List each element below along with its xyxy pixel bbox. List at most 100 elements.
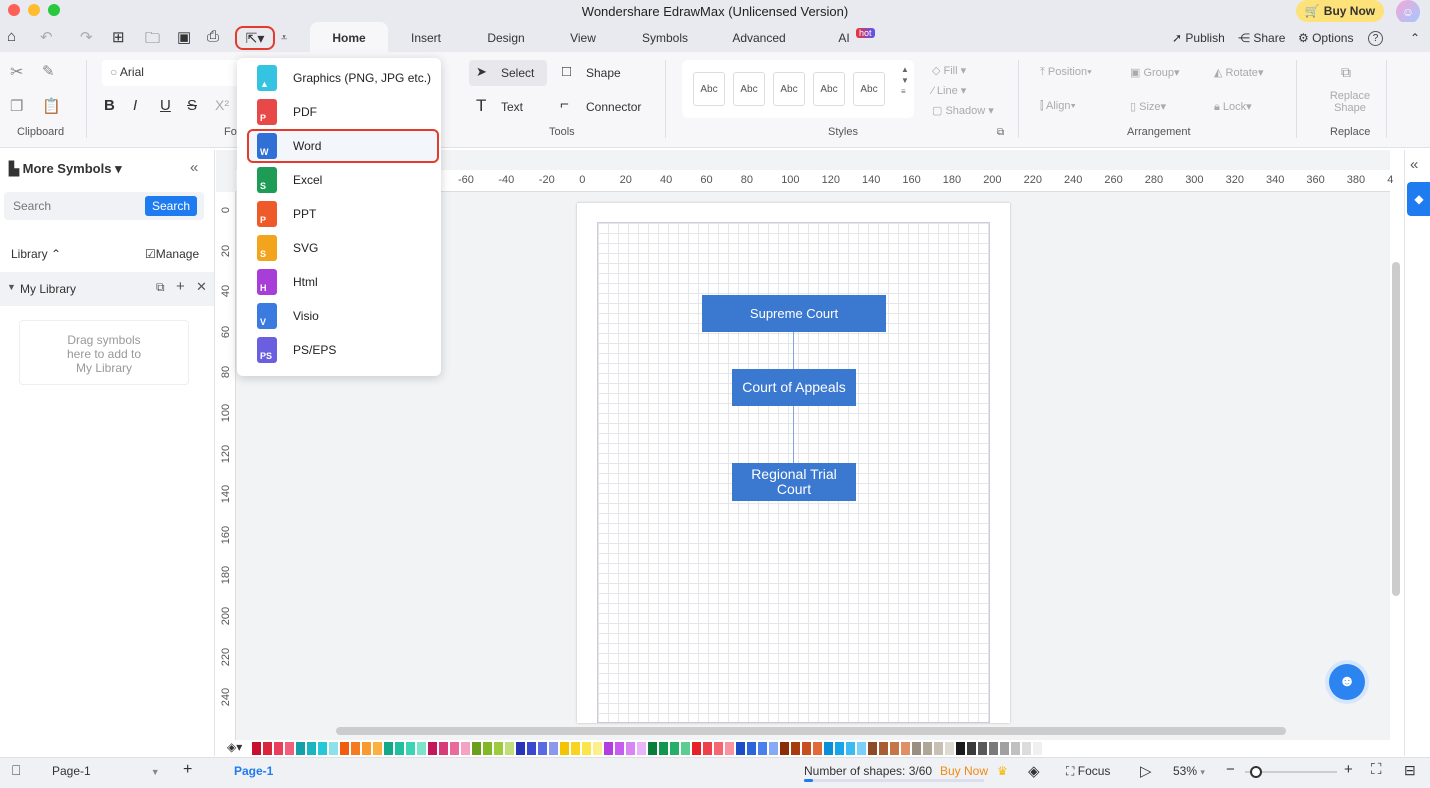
color-swatch[interactable] — [923, 742, 932, 755]
color-swatch[interactable] — [428, 742, 437, 755]
replace-shape-button[interactable]: Replace Shape — [1326, 90, 1374, 114]
export-menu-item[interactable]: P PDF — [237, 95, 441, 129]
format-painter-icon[interactable]: ✎ — [42, 62, 55, 80]
export-menu-item[interactable]: ▲ Graphics (PNG, JPG etc.) — [237, 61, 441, 95]
color-swatch[interactable] — [329, 742, 338, 755]
more-quick-access-icon[interactable]: ⩡ — [281, 32, 287, 45]
zoom-slider[interactable] — [1245, 766, 1337, 778]
publish-button[interactable]: ➚ Publish — [1172, 31, 1225, 45]
page-layout-icon[interactable]: ⎕ — [12, 762, 20, 779]
options-button[interactable]: ⚙ Options — [1298, 31, 1353, 45]
size-button[interactable]: ▯ Size▾ — [1130, 100, 1166, 113]
zoom-out-icon[interactable]: − — [1226, 761, 1235, 778]
rotate-button[interactable]: ◭ Rotate▾ — [1214, 66, 1263, 79]
expand-panel-icon[interactable]: « — [1410, 156, 1418, 173]
help-icon[interactable]: ? — [1368, 31, 1383, 46]
fit-page-icon[interactable]: ⊟ — [1404, 762, 1416, 779]
color-swatch[interactable] — [956, 742, 965, 755]
color-swatch[interactable] — [472, 742, 481, 755]
position-button[interactable]: ⤒ Position▾ — [1040, 66, 1092, 79]
add-page-icon[interactable]: + — [183, 761, 192, 779]
library-drop-zone[interactable]: Drag symbols here to add to My Library — [19, 320, 189, 385]
play-icon[interactable]: ▷ — [1140, 762, 1152, 780]
color-swatch[interactable] — [593, 742, 602, 755]
color-swatch[interactable] — [934, 742, 943, 755]
style-sample[interactable]: Abc — [813, 72, 845, 106]
color-swatch[interactable] — [879, 742, 888, 755]
fill-bucket-icon[interactable]: ◈▾ — [227, 740, 242, 754]
manage-button[interactable]: ☑Manage — [145, 247, 199, 261]
style-sample[interactable]: Abc — [853, 72, 885, 106]
tab-view[interactable]: View — [560, 22, 606, 52]
export-menu-item[interactable]: V Visio — [237, 299, 441, 333]
shape-button[interactable]: Shape — [586, 66, 621, 80]
underline-button[interactable]: U — [160, 97, 171, 114]
connector-button[interactable]: Connector — [586, 100, 641, 114]
strikethrough-button[interactable]: S — [187, 97, 197, 114]
color-swatch[interactable] — [384, 742, 393, 755]
color-swatch[interactable] — [978, 742, 987, 755]
color-swatch[interactable] — [285, 742, 294, 755]
color-swatch[interactable] — [362, 742, 371, 755]
node-court-of-appeals[interactable]: Court of Appeals — [732, 369, 856, 406]
lock-button[interactable]: 🔒︎ Lock▾ — [1214, 100, 1252, 114]
user-avatar-icon[interactable]: ☺ — [1396, 0, 1420, 24]
color-swatch[interactable] — [758, 742, 767, 755]
export-menu-item[interactable]: S Excel — [237, 163, 441, 197]
style-sample[interactable]: Abc — [773, 72, 805, 106]
color-swatch[interactable] — [989, 742, 998, 755]
color-swatch[interactable] — [670, 742, 679, 755]
color-swatch[interactable] — [516, 742, 525, 755]
export-menu-item[interactable]: W Word — [247, 129, 439, 163]
color-swatch[interactable] — [307, 742, 316, 755]
ai-assistant-icon[interactable]: ☻ — [1329, 664, 1365, 700]
buy-now-link[interactable]: Buy Now — [940, 764, 988, 778]
library-toggle[interactable]: Library ⌃ — [11, 247, 61, 261]
format-panel-icon[interactable]: ◆ — [1407, 182, 1430, 216]
font-family-input[interactable]: ○ Arial — [102, 60, 242, 86]
color-swatch[interactable] — [615, 742, 624, 755]
group-button[interactable]: ▣ Group▾ — [1130, 66, 1180, 79]
add-icon[interactable]: + — [176, 278, 185, 295]
color-swatch[interactable] — [659, 742, 668, 755]
color-swatch[interactable] — [505, 742, 514, 755]
color-swatch[interactable] — [736, 742, 745, 755]
connector-icon[interactable]: ⌐ — [560, 96, 569, 113]
export-button[interactable]: ⇱▾ — [235, 26, 275, 50]
connector-line[interactable] — [793, 406, 794, 463]
redo-icon[interactable]: ↷ — [80, 28, 93, 46]
color-swatch[interactable] — [373, 742, 382, 755]
align-button[interactable]: ⫿ Align▾ — [1040, 100, 1076, 113]
color-swatch[interactable] — [604, 742, 613, 755]
text-icon[interactable]: T — [476, 96, 486, 116]
print-icon[interactable]: ⎙ — [207, 28, 219, 45]
zoom-level[interactable]: 53% ▾ — [1173, 764, 1205, 778]
collapse-panel-icon[interactable]: « — [190, 159, 198, 176]
shape-icon[interactable]: □ — [562, 63, 571, 80]
color-swatch[interactable] — [780, 742, 789, 755]
color-swatch[interactable] — [868, 742, 877, 755]
color-swatch[interactable] — [901, 742, 910, 755]
color-swatch[interactable] — [835, 742, 844, 755]
export-menu-item[interactable]: S SVG — [237, 231, 441, 265]
page-tab[interactable]: Page-1 — [234, 764, 273, 778]
italic-button[interactable]: I — [133, 97, 137, 114]
color-swatch[interactable] — [461, 742, 470, 755]
shadow-button[interactable]: ▢ Shadow ▾ — [932, 104, 994, 117]
color-swatch[interactable] — [417, 742, 426, 755]
new-file-icon[interactable]: ⊞ — [112, 28, 125, 46]
color-swatch[interactable] — [637, 742, 646, 755]
open-folder-icon[interactable]: 🗀 — [145, 28, 160, 53]
color-swatch[interactable] — [967, 742, 976, 755]
color-swatch[interactable] — [802, 742, 811, 755]
fill-button[interactable]: ◇ Fill ▾ — [932, 64, 966, 77]
color-swatch[interactable] — [263, 742, 272, 755]
color-swatch[interactable] — [395, 742, 404, 755]
home-icon[interactable]: ⌂ — [7, 28, 16, 45]
color-swatch[interactable] — [912, 742, 921, 755]
close-icon[interactable]: ✕ — [196, 279, 207, 295]
horizontal-scrollbar[interactable] — [336, 727, 1286, 735]
color-swatch[interactable] — [626, 742, 635, 755]
color-swatch[interactable] — [692, 742, 701, 755]
undo-icon[interactable]: ↶ — [40, 28, 53, 46]
